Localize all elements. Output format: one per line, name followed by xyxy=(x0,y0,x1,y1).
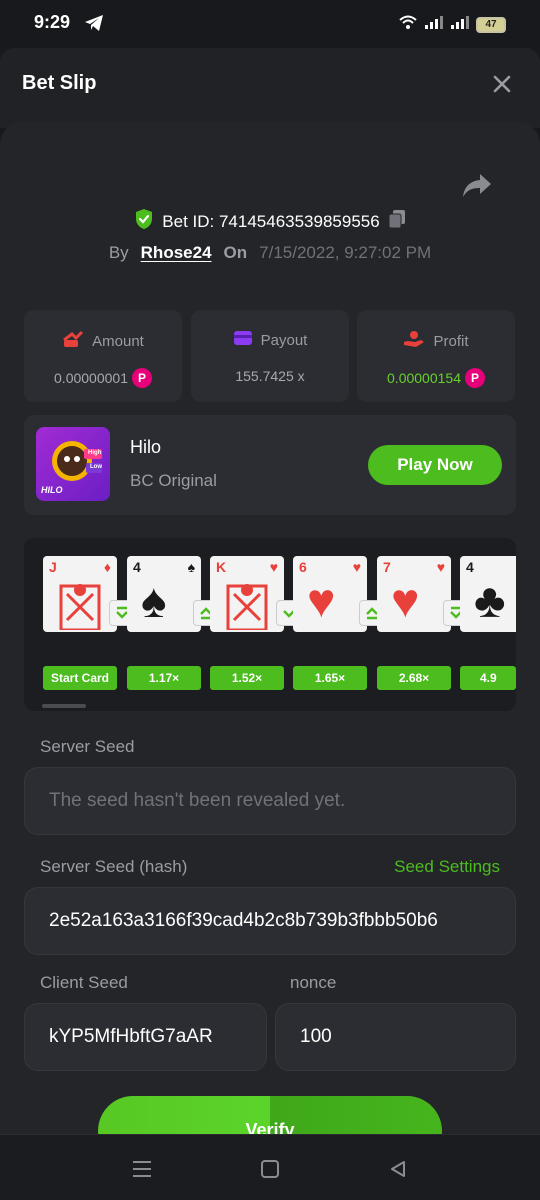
wallet-icon xyxy=(233,330,253,350)
nonce-field[interactable]: 100 xyxy=(275,1003,516,1071)
game-name: Hilo xyxy=(130,437,162,457)
close-icon xyxy=(493,75,511,93)
home-button[interactable] xyxy=(256,1155,284,1183)
amount-stat: Amount 0.00000001 P xyxy=(24,310,182,402)
seed-settings-link[interactable]: Seed Settings xyxy=(394,857,500,877)
thumb-label: HILO xyxy=(41,485,63,495)
playing-card: 6 ♥ ♥ xyxy=(293,556,367,632)
bet-date: 7/15/2022, 9:27:02 PM xyxy=(259,243,432,262)
recent-apps-button[interactable] xyxy=(128,1155,156,1183)
status-time: 9:29 xyxy=(34,12,71,32)
payout-label: Payout xyxy=(260,331,308,349)
system-nav-bar xyxy=(0,1134,540,1200)
multiplier-badge: Start Card xyxy=(43,666,117,690)
card-suit: ♦ xyxy=(103,559,111,575)
card-suit: ♥ xyxy=(269,559,278,575)
username-link[interactable]: Rhose24 xyxy=(141,243,212,263)
game-card: High Low HILO Hilo BC Original Play Now xyxy=(24,415,516,515)
amount-value: 0.00000001 xyxy=(54,370,128,386)
shield-check-icon xyxy=(134,208,154,235)
multiplier-badge: 1.52× xyxy=(210,666,284,690)
sheet-header: Bet Slip xyxy=(0,48,540,128)
server-hash-field[interactable]: 2e52a163a3166f39cad4b2c8b739b3fbbb50b6 xyxy=(24,887,516,955)
game-subtitle: BC Original xyxy=(130,471,217,490)
bet-id-row: Bet ID: 74145463539859556 xyxy=(0,208,540,235)
amount-label: Amount xyxy=(92,332,144,350)
page-title: Bet Slip xyxy=(22,72,97,94)
multiplier-badge: 1.65× xyxy=(293,666,367,690)
square-icon xyxy=(261,1160,279,1178)
payout-value: 155.7425 x xyxy=(235,368,305,384)
playing-card: K ♥ xyxy=(210,556,284,632)
telegram-icon xyxy=(84,14,104,37)
share-button[interactable] xyxy=(460,170,494,200)
profit-hand-icon xyxy=(403,330,425,352)
back-triangle-icon xyxy=(391,1161,405,1177)
server-seed-field[interactable]: The seed hasn't been revealed yet. xyxy=(24,767,516,835)
card-rank: 6 xyxy=(299,559,307,575)
battery-icon: 47 xyxy=(476,16,506,33)
status-bar: 9:29 47 xyxy=(0,0,540,48)
share-icon xyxy=(463,174,491,197)
card-rank: K xyxy=(216,559,227,575)
card-suit: ♥ xyxy=(436,559,445,575)
card-history[interactable]: J ♦ 4 ♠ ♠ K ♥ 6 ♥ ♥ 7 ♥ ♥ 4 ♣ Start Card… xyxy=(24,538,516,711)
card-suit-large: ♠ xyxy=(141,575,167,628)
client-seed-label: Client Seed xyxy=(40,973,128,992)
face-card-icon xyxy=(226,584,268,630)
client-seed-field[interactable]: kYP5MfHbftG7aAR xyxy=(24,1003,267,1071)
card-suit-large: ♥ xyxy=(391,575,420,628)
card-rank: 7 xyxy=(383,559,391,575)
signal-icon xyxy=(424,14,444,35)
copy-icon[interactable] xyxy=(388,209,406,234)
play-now-button[interactable]: Play Now xyxy=(368,445,502,485)
playing-card: J ♦ xyxy=(43,556,117,632)
thumb-badge-low: Low xyxy=(90,464,102,470)
amount-icon xyxy=(62,330,84,352)
thumb-badge-high: High xyxy=(88,450,102,456)
server-hash-label: Server Seed (hash) xyxy=(40,857,188,876)
status-icons: 47 xyxy=(398,14,506,35)
card-suit: ♥ xyxy=(352,559,361,575)
profit-value: 0.00000154 xyxy=(387,370,461,386)
card-rank: J xyxy=(49,559,57,575)
playing-card: 4 ♠ ♠ xyxy=(127,556,201,632)
card-rank: 4 xyxy=(466,559,474,575)
wifi-icon xyxy=(398,14,418,35)
multiplier-badge: 4.9 xyxy=(460,666,516,690)
close-button[interactable] xyxy=(488,70,516,98)
nonce-label: nonce xyxy=(290,973,337,992)
scrollbar[interactable] xyxy=(42,704,86,708)
playing-card: 4 ♣ xyxy=(460,556,516,632)
multiplier-badge: 2.68× xyxy=(377,666,451,690)
payout-stat: Payout 155.7425 x xyxy=(191,310,349,402)
dot-coin-icon: P xyxy=(464,368,485,388)
back-button[interactable] xyxy=(384,1155,412,1183)
multiplier-badge: 1.17× xyxy=(127,666,201,690)
bet-id: Bet ID: 74145463539859556 xyxy=(162,211,380,231)
card-suit: ♠ xyxy=(187,559,195,575)
card-rank: 4 xyxy=(133,559,141,575)
card-suit-large: ♥ xyxy=(307,575,336,628)
on-label: On xyxy=(223,243,248,262)
server-seed-label: Server Seed xyxy=(40,737,135,756)
menu-lines-icon xyxy=(133,1161,151,1177)
profit-label: Profit xyxy=(433,332,469,350)
by-label: By xyxy=(108,243,129,262)
card-suit-large: ♣ xyxy=(474,575,506,628)
dot-coin-icon: P xyxy=(131,368,152,388)
profit-stat: Profit 0.00000154 P xyxy=(357,310,515,402)
signal-icon-2 xyxy=(450,14,470,35)
bet-meta-row: By Rhose24 On 7/15/2022, 9:27:02 PM xyxy=(0,243,540,263)
hilo-game-thumbnail[interactable]: High Low HILO xyxy=(36,427,110,501)
face-card-icon xyxy=(59,584,101,630)
playing-card: 7 ♥ ♥ xyxy=(377,556,451,632)
